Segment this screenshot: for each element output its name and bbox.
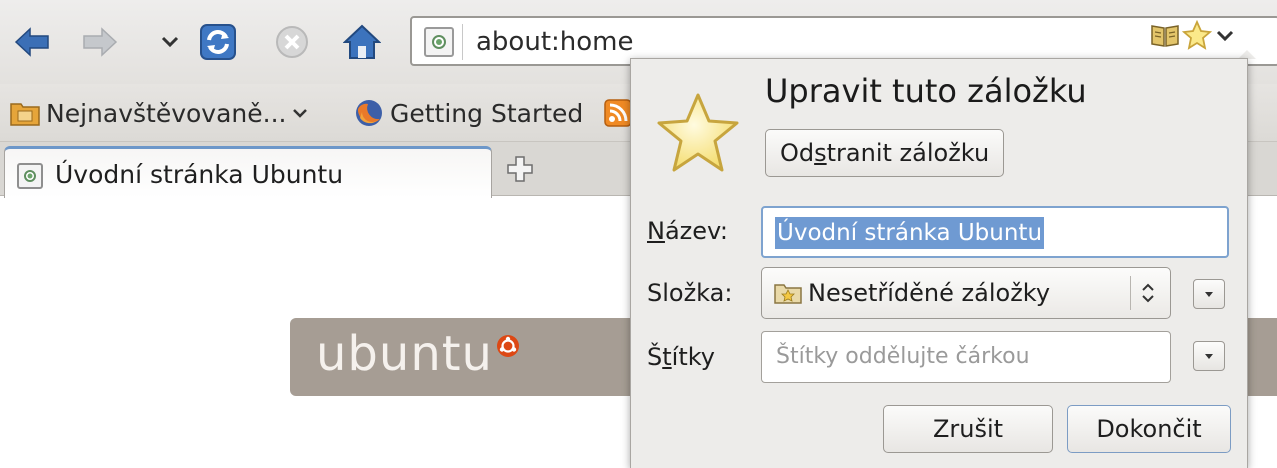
folder-selected-value: Nesetříděné záložky bbox=[808, 279, 1051, 307]
tags-label-accesskey: t bbox=[662, 343, 672, 371]
back-button[interactable] bbox=[12, 22, 52, 62]
bookmark-star-icon bbox=[657, 93, 739, 172]
name-label-accesskey: N bbox=[647, 217, 665, 245]
bookmark-folder-icon bbox=[774, 284, 802, 304]
remove-label-part: Od bbox=[780, 139, 815, 167]
tab-title: Úvodní stránka Ubuntu bbox=[55, 160, 344, 189]
bookmark-star-icon[interactable] bbox=[1182, 20, 1212, 50]
folder-select[interactable]: Nesetříděné záložky bbox=[761, 267, 1171, 319]
bookmark-most-visited[interactable]: Nejnavštěvovaně... bbox=[10, 96, 314, 130]
plus-icon bbox=[507, 156, 533, 182]
bookmark-name-field[interactable]: Úvodní stránka Ubuntu bbox=[761, 206, 1229, 258]
tags-label-part: Š bbox=[647, 343, 663, 371]
reload-icon bbox=[200, 24, 236, 60]
stop-icon bbox=[276, 26, 308, 58]
url-text[interactable]: about:home bbox=[476, 24, 634, 60]
page-favicon-icon bbox=[17, 163, 43, 189]
chevron-down-icon bbox=[293, 109, 308, 118]
chevron-down-icon bbox=[161, 36, 179, 48]
tags-input[interactable]: Štítky oddělujte čárkou bbox=[761, 331, 1171, 383]
bookmark-label: Getting Started bbox=[390, 98, 584, 128]
tags-selector-expander-button[interactable] bbox=[1193, 341, 1225, 371]
folder-icon bbox=[10, 103, 40, 126]
history-dropdown-button[interactable] bbox=[150, 22, 190, 62]
bookmark-getting-started[interactable]: Getting Started bbox=[354, 96, 583, 130]
home-icon bbox=[343, 24, 381, 59]
folder-tree-expander-button[interactable] bbox=[1193, 279, 1225, 309]
firefox-icon bbox=[356, 100, 382, 126]
home-button[interactable] bbox=[342, 22, 382, 62]
select-separator bbox=[1130, 276, 1131, 310]
edit-bookmark-panel: Upravit tuto záložku Odstranit záložku N… bbox=[630, 58, 1248, 468]
panel-title: Upravit tuto záložku bbox=[765, 72, 1087, 110]
ubuntu-logo-text: ubuntu bbox=[316, 326, 493, 382]
tags-label-part: ítky bbox=[671, 343, 715, 371]
remove-label-part: tranit záložku bbox=[826, 139, 990, 167]
cancel-button[interactable]: Zrušit bbox=[883, 405, 1053, 453]
up-down-arrows-icon bbox=[1142, 283, 1154, 303]
remove-bookmark-button[interactable]: Odstranit záložku bbox=[765, 129, 1005, 177]
remove-label-accesskey: s bbox=[814, 139, 827, 167]
site-identity-icon[interactable] bbox=[424, 27, 454, 57]
back-arrow-icon bbox=[14, 27, 49, 57]
bookmark-label: Nejnavštěvovaně... bbox=[46, 98, 287, 128]
small-down-arrow-icon bbox=[1205, 354, 1213, 359]
reload-button[interactable] bbox=[198, 22, 238, 62]
stop-button[interactable] bbox=[272, 22, 312, 62]
tab-active[interactable]: Úvodní stránka Ubuntu bbox=[4, 146, 492, 198]
bookmark-name-value: Úvodní stránka Ubuntu bbox=[775, 217, 1045, 249]
name-label: Název: bbox=[647, 215, 728, 247]
forward-arrow-icon bbox=[83, 27, 118, 57]
tags-label: Štítky bbox=[647, 341, 715, 373]
reader-book-icon[interactable] bbox=[1150, 22, 1180, 48]
url-separator bbox=[462, 24, 463, 60]
rss-feed-icon bbox=[604, 99, 632, 127]
name-label-rest: ázev: bbox=[664, 217, 728, 245]
folder-label: Složka: bbox=[647, 279, 733, 307]
small-down-arrow-icon bbox=[1205, 292, 1213, 297]
done-button[interactable]: Dokončit bbox=[1067, 405, 1231, 453]
tags-placeholder: Štítky oddělujte čárkou bbox=[776, 344, 1030, 369]
new-tab-button[interactable] bbox=[505, 154, 535, 184]
urlbar-dropdown-icon[interactable] bbox=[1216, 30, 1234, 42]
forward-button[interactable] bbox=[80, 22, 120, 62]
ubuntu-circle-of-friends-icon bbox=[497, 335, 519, 357]
